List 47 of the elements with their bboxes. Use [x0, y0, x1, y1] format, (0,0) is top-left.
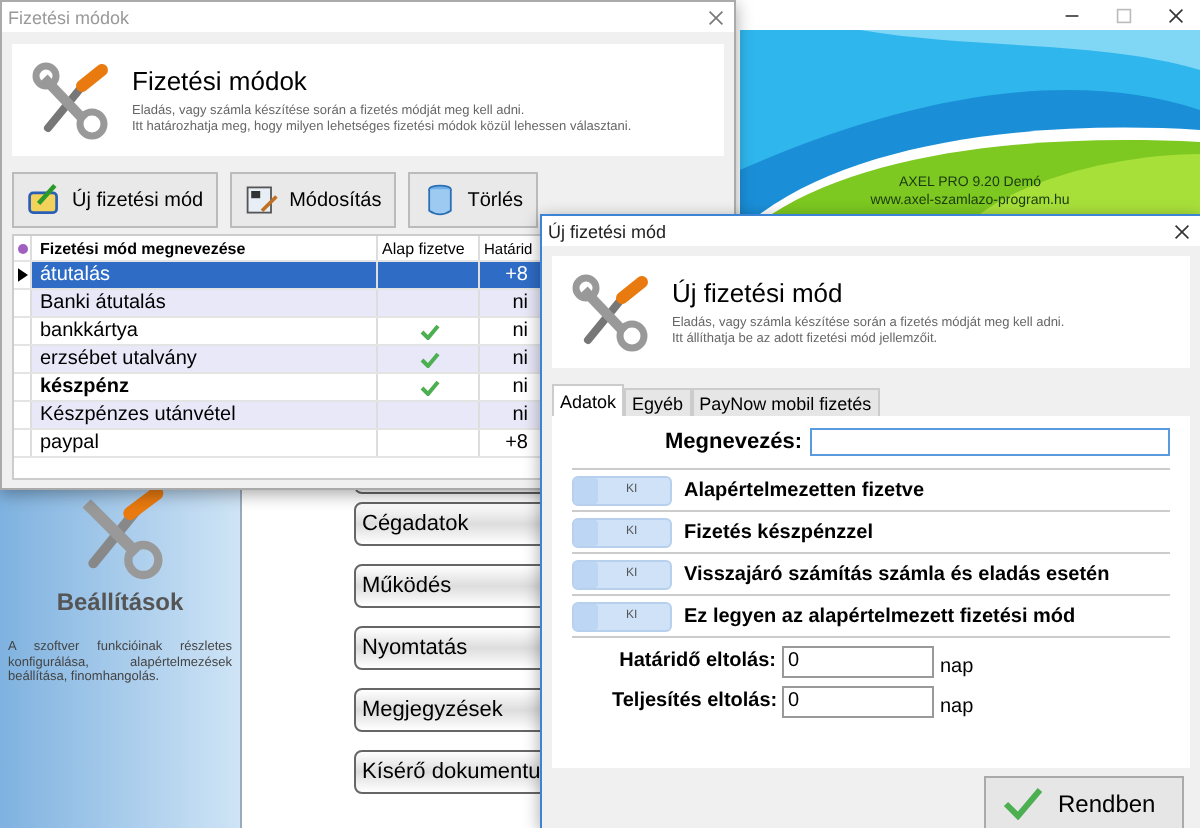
- toolbar-button[interactable]: Új fizetési mód: [12, 172, 218, 228]
- table-cell-text: ni: [510, 402, 528, 428]
- toolbar-button[interactable]: Törlés: [407, 172, 538, 228]
- table-cell: erzsébet utalvány: [32, 346, 378, 372]
- check-icon: [1002, 787, 1042, 819]
- ok-button[interactable]: Rendben: [984, 776, 1184, 828]
- tab[interactable]: PayNow mobil fizetés: [691, 388, 880, 416]
- table-cell-text: ni: [510, 318, 528, 344]
- table-cell: Készpénzes utánvétel: [32, 402, 378, 428]
- column-header: Alap fizetve: [378, 236, 480, 260]
- table-cell-text: ni: [510, 346, 528, 372]
- table-cell-text: ni: [510, 290, 528, 316]
- tools-icon: [32, 60, 112, 140]
- close-icon[interactable]: [1174, 223, 1190, 239]
- days-field[interactable]: 0: [782, 645, 934, 677]
- close-icon[interactable]: [1168, 7, 1184, 23]
- option-label: Fizetés készpénzzel: [684, 521, 873, 543]
- header-title: Fizetési módok: [132, 65, 309, 95]
- indicator-icon: [17, 243, 27, 253]
- option-label: Alapértelmezetten fizetve: [684, 479, 925, 501]
- window-title: Új fizetési mód: [548, 221, 667, 241]
- table-cell: paypal: [32, 430, 378, 456]
- window-title: Fizetési módok: [8, 7, 130, 27]
- table-cell: készpénz: [32, 374, 378, 400]
- unit-label: nap: [940, 696, 974, 718]
- field-label: Határidő eltolás:: [617, 650, 776, 672]
- table-cell: Banki átutalás: [32, 290, 378, 316]
- table-cell-text: +8: [503, 430, 528, 456]
- pointer-icon: [17, 268, 27, 282]
- unit-label: nap: [940, 656, 974, 678]
- option-label: Visszajáró számítás számla és eladás esetén: [684, 563, 1110, 585]
- table-cell-text: +8: [503, 262, 528, 288]
- table-cell: bankkártya: [32, 318, 378, 344]
- section-title: Beállítások: [56, 588, 184, 616]
- notepad-icon: [26, 182, 62, 218]
- toolbar-button[interactable]: Módosítás: [229, 172, 396, 228]
- tools-icon: [572, 272, 652, 352]
- days-field[interactable]: 0: [782, 685, 934, 717]
- field-label: Teljesítés eltolás:: [612, 690, 776, 712]
- option-label: Ez legyen az alapértelmezett fizetési mód: [684, 605, 1076, 627]
- tab[interactable]: Egyéb: [624, 388, 692, 416]
- table-cell-text: ni: [510, 374, 528, 400]
- column-header: Fizetési mód megnevezése: [32, 236, 378, 260]
- table-cell: átutalás: [32, 262, 378, 288]
- document-icon: [243, 182, 280, 218]
- tab[interactable]: Adatok: [552, 384, 625, 416]
- name-field[interactable]: [810, 428, 1170, 456]
